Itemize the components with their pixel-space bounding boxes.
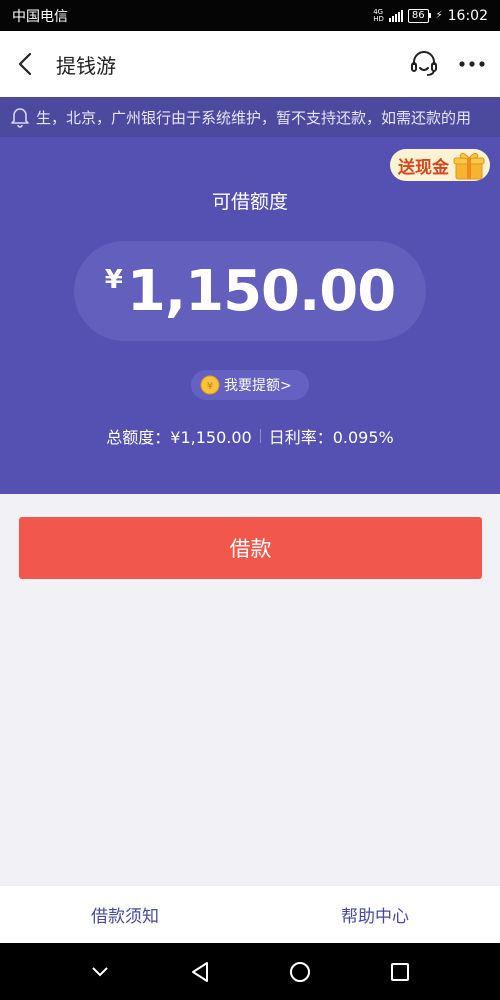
circle-home-icon: [290, 961, 310, 982]
clock: 16:02: [447, 7, 488, 24]
nav-back-button[interactable]: [180, 952, 220, 992]
chevron-down-icon: [92, 966, 108, 976]
daily-rate: 日利率：0.095%: [268, 428, 394, 447]
system-navigation-bar: [0, 943, 500, 1000]
app-header: 提钱游: [0, 31, 500, 97]
amount-value: 1,150.00: [126, 258, 396, 324]
loan-notice-link[interactable]: 借款须知: [0, 902, 250, 927]
available-amount: ¥ 1,150.00: [74, 241, 426, 341]
status-indicators: 4G HD 86 ⚡ 16:02: [373, 8, 488, 24]
cash-gift-badge[interactable]: 送现金: [390, 149, 490, 181]
hide-nav-button[interactable]: [80, 952, 120, 992]
raise-limit-button[interactable]: ¥ 我要提额>: [191, 370, 309, 400]
notice-bar[interactable]: 生，北京，广州银行由于系统维护，暂不支持还款，如需还款的用: [0, 97, 500, 137]
triangle-back-icon: [192, 961, 208, 982]
signal-icon: [388, 9, 403, 22]
limit-info: 总额度：¥1,150.00 日利率：0.095%: [0, 424, 500, 448]
help-center-link[interactable]: 帮助中心: [250, 902, 500, 927]
page-title: 提钱游: [56, 53, 116, 78]
total-limit: 总额度：¥1,150.00: [106, 428, 252, 447]
divider: [259, 429, 261, 443]
nav-home-button[interactable]: [280, 952, 320, 992]
charging-icon: ⚡: [435, 10, 443, 21]
more-button[interactable]: [448, 40, 496, 88]
raise-limit-label: 我要提额>: [224, 378, 292, 394]
more-dots-icon: [459, 61, 485, 67]
credit-limit-card: 送现金 可借额度 ¥ 1,150.00 ¥ 我要提额> 总额度：¥1,150.0…: [0, 137, 500, 494]
status-bar: 中国电信 4G HD 86 ⚡ 16:02: [0, 0, 500, 31]
back-button[interactable]: [0, 31, 50, 97]
customer-service-button[interactable]: [400, 40, 448, 88]
bell-icon: [0, 97, 40, 137]
borrow-button[interactable]: 借款: [19, 517, 482, 579]
currency-symbol: ¥: [104, 265, 123, 295]
notice-text: 生，北京，广州银行由于系统维护，暂不支持还款，如需还款的用: [36, 108, 472, 127]
network-type: 4G HD: [373, 7, 384, 23]
headset-icon: [411, 51, 437, 76]
battery-level: 86: [407, 8, 429, 23]
gift-box-icon: [453, 152, 485, 180]
square-recents-icon: [391, 962, 409, 981]
available-limit-title: 可借额度: [211, 191, 288, 213]
chevron-left-icon: [18, 52, 32, 76]
cash-gift-label: 送现金: [398, 157, 449, 178]
coin-icon: ¥: [200, 375, 220, 395]
nav-recents-button[interactable]: [380, 952, 420, 992]
bottom-links: 借款须知 帮助中心: [0, 885, 500, 943]
battery-icon: 86: [407, 8, 431, 23]
svg-text:¥: ¥: [207, 381, 213, 392]
carrier-name: 中国电信: [12, 8, 68, 25]
